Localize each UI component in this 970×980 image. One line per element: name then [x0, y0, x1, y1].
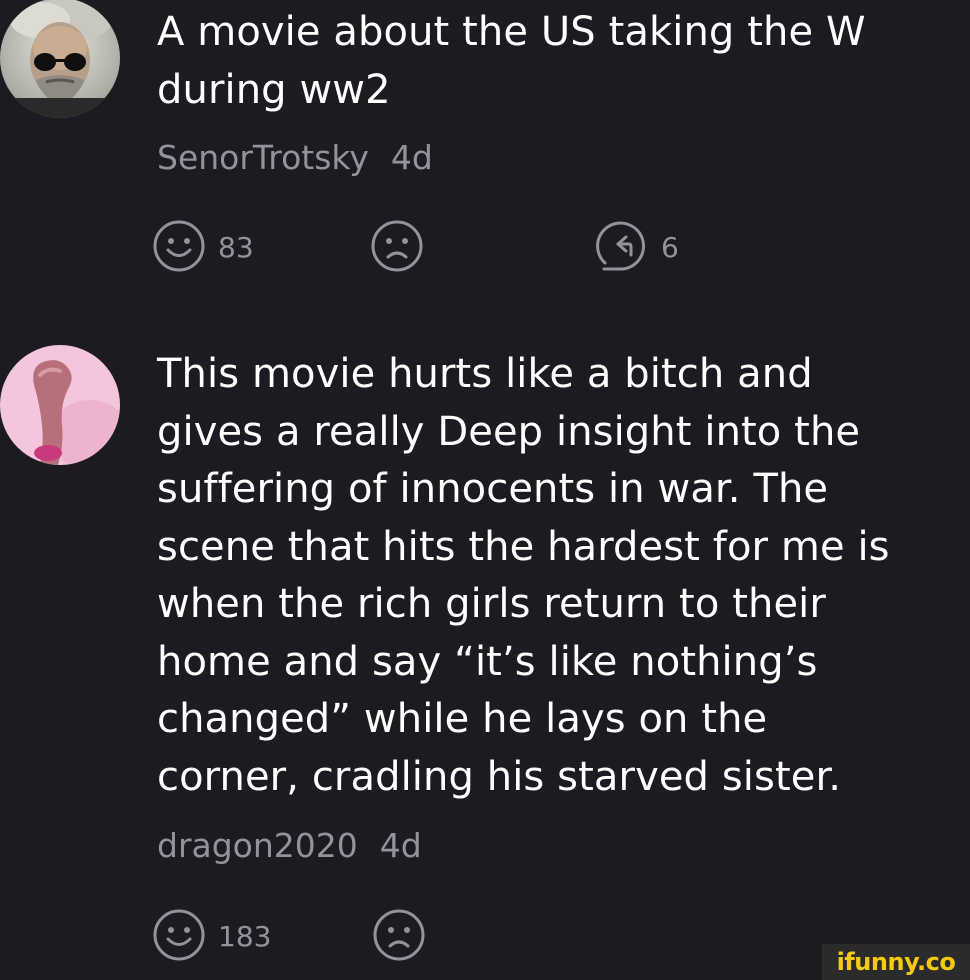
- comment-text: This movie hurts like a bitch and gives …: [157, 351, 890, 800]
- smile-icon: [153, 909, 205, 961]
- comment-age: 4d: [379, 826, 422, 865]
- smile-icon: [153, 220, 205, 272]
- comment-text: A movie about the US taking the W during…: [157, 9, 866, 113]
- reply-count: 6: [661, 230, 679, 264]
- ifunny-watermark: ifunny.co: [822, 944, 970, 980]
- upvote-button[interactable]: 83: [152, 216, 254, 276]
- username[interactable]: dragon2020: [157, 826, 358, 865]
- comment-meta: dragon2020 4d: [157, 826, 422, 865]
- reply-button[interactable]: 6: [595, 216, 679, 276]
- comment-age: 4d: [390, 138, 433, 177]
- avatar[interactable]: [0, 345, 120, 465]
- upvote-count: 83: [218, 230, 254, 264]
- upvote-button[interactable]: 183: [152, 905, 271, 965]
- upvote-count: 183: [218, 919, 272, 953]
- comment-actions: 83 6: [150, 216, 750, 276]
- reply-icon: [596, 221, 646, 271]
- pink-toy-avatar: [0, 345, 120, 465]
- comment-actions: 183: [150, 905, 750, 965]
- avatar[interactable]: [0, 0, 120, 118]
- comment-meta: SenorTrotsky 4d: [157, 138, 433, 177]
- frown-icon: [371, 220, 423, 272]
- trotsky-portrait-avatar: [0, 0, 120, 118]
- downvote-button[interactable]: [370, 216, 424, 276]
- username[interactable]: SenorTrotsky: [157, 138, 369, 177]
- frown-icon: [373, 909, 425, 961]
- downvote-button[interactable]: [372, 905, 426, 965]
